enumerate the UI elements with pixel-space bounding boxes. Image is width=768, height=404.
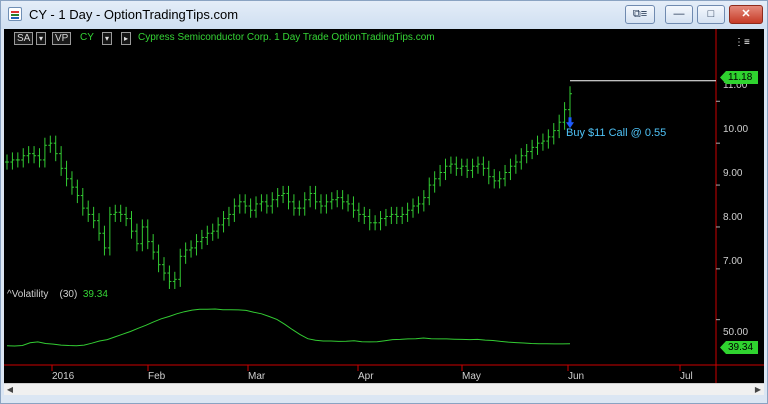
title-bar[interactable]: CY - 1 Day - OptionTradingTips.com ⧉≡ — …: [1, 1, 767, 29]
volatility-name: ^Volatility: [7, 289, 49, 300]
month-label: Apr: [358, 371, 374, 382]
sa-button[interactable]: SA: [14, 32, 34, 45]
last-price-badge: 11.18: [720, 71, 758, 84]
volatility-value: 39.34: [82, 289, 108, 300]
sa-label: SA: [17, 33, 31, 44]
link-window-icon: ⧉≡: [632, 8, 648, 20]
scroll-left-icon[interactable]: ◀: [4, 384, 16, 396]
symbol-label[interactable]: CY: [80, 32, 94, 45]
month-label: 2016: [52, 371, 75, 382]
symbol-dropdown-icon[interactable]: ▾: [102, 32, 112, 45]
close-button[interactable]: ✕: [729, 5, 763, 24]
sa-dropdown-icon[interactable]: ▾: [36, 32, 46, 45]
price-tick: 10.00: [723, 124, 749, 135]
maximize-icon: □: [707, 8, 715, 20]
maximize-button[interactable]: □: [697, 5, 725, 24]
chart-window: CY - 1 Day - OptionTradingTips.com ⧉≡ — …: [0, 0, 768, 404]
volatility-line: [6, 308, 571, 347]
month-label: Mar: [248, 371, 266, 382]
horizontal-scrollbar[interactable]: ◀ ▶: [4, 383, 764, 395]
vp-button[interactable]: VP: [52, 32, 72, 45]
chart-menu-icon[interactable]: ⋮≡: [734, 37, 750, 49]
volatility-badge: 39.34: [720, 341, 758, 354]
month-label: May: [462, 371, 481, 382]
price-tick: 9.00: [723, 168, 743, 179]
minimize-button[interactable]: —: [665, 5, 693, 24]
volatility-tick: 50.00: [723, 327, 749, 338]
app-chart-icon[interactable]: [8, 7, 22, 21]
chart-canvas[interactable]: [4, 29, 764, 395]
close-icon: ✕: [741, 8, 751, 20]
price-chart[interactable]: SA ▾ VP CY ▾ ▸ Cypress Semiconductor Cor…: [4, 29, 764, 395]
interval-dropdown-icon[interactable]: ▸: [121, 32, 131, 45]
month-label: Jul: [680, 371, 693, 382]
volatility-label: ^Volatility (30) 39.34: [7, 289, 108, 300]
window-title: CY - 1 Day - OptionTradingTips.com: [29, 7, 239, 22]
volatility-period: (30): [59, 289, 78, 300]
price-tick: 7.00: [723, 256, 743, 267]
vp-label: VP: [55, 33, 69, 44]
minimize-icon: —: [673, 8, 685, 20]
trade-annotation[interactable]: Buy $11 Call @ 0.55: [566, 127, 666, 139]
month-label: Jun: [568, 371, 585, 382]
price-tick: 8.00: [723, 212, 743, 223]
month-label: Feb: [148, 371, 166, 382]
scroll-right-icon[interactable]: ▶: [752, 384, 764, 396]
chart-description: Cypress Semiconductor Corp. 1 Day Trade …: [138, 32, 435, 43]
link-window-button[interactable]: ⧉≡: [625, 5, 655, 24]
